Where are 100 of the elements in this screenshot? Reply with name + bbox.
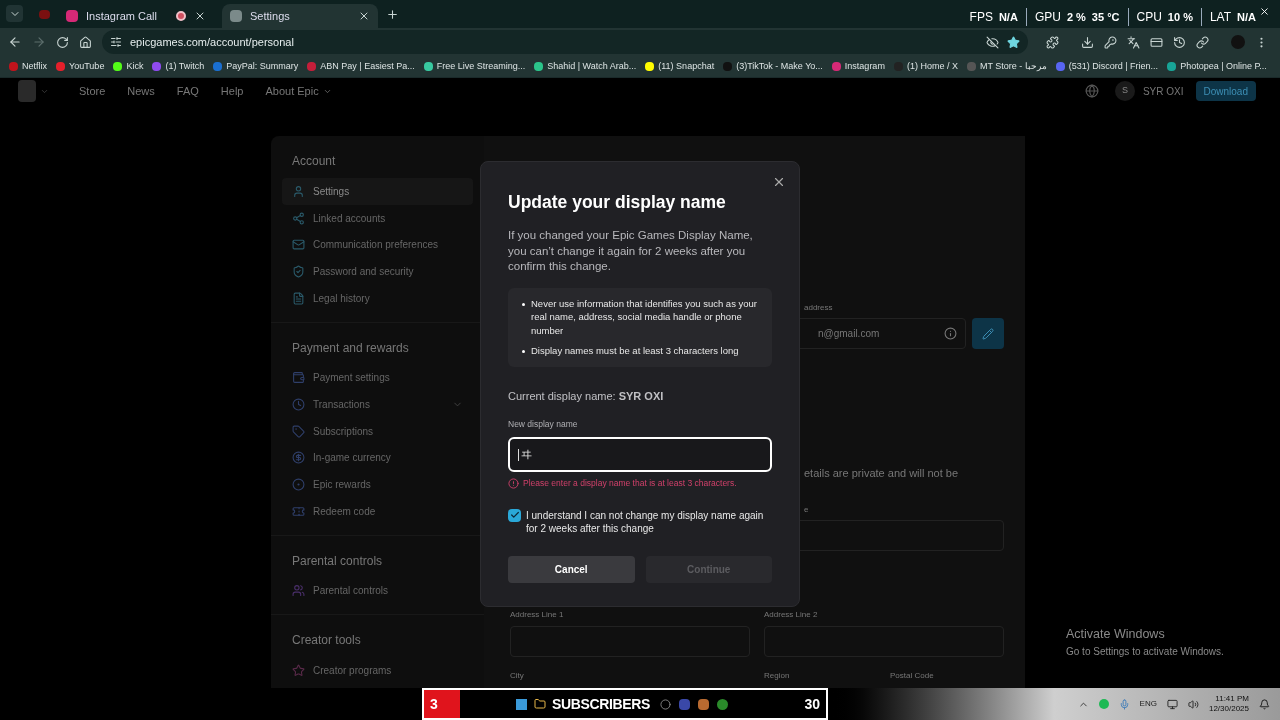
sidebar-item[interactable]: Subscriptions	[282, 417, 473, 445]
favicon-icon	[66, 10, 78, 22]
sidebar-item[interactable]: Linked accounts	[282, 204, 473, 232]
stat-value: 10 %	[1167, 10, 1193, 25]
bookmark[interactable]: Netflix	[9, 59, 47, 74]
language-indicator[interactable]: ENG	[1139, 698, 1157, 710]
bookmark[interactable]: (531) Discord | Frien...	[1055, 59, 1159, 74]
bookmark[interactable]: Free Live Streaming...	[423, 59, 526, 74]
browser-tab[interactable]: Instagram Call	[58, 4, 214, 28]
bookmark[interactable]: Photopea | Online P...	[1167, 59, 1267, 74]
sidebar-item[interactable]: In-game currency	[282, 444, 473, 472]
start-icon[interactable]	[516, 698, 527, 710]
clock[interactable]: 11:41 PM 12/30/2025	[1208, 694, 1249, 714]
edit-button[interactable]	[972, 318, 1004, 350]
stat-label: CPU	[1136, 9, 1162, 26]
translate-icon[interactable]	[1127, 35, 1140, 49]
sidebar-item[interactable]: Transactions	[282, 391, 473, 418]
network-icon[interactable]	[1166, 698, 1178, 710]
browser-tab[interactable]: Settings	[222, 4, 378, 28]
volume-icon[interactable]	[1187, 698, 1199, 710]
sidebar-icon	[292, 398, 305, 412]
name-input[interactable]: ヰ	[508, 437, 772, 472]
favicon-icon	[230, 10, 242, 22]
favicon-icon	[966, 62, 976, 71]
stat-value: 35 °C	[1091, 10, 1120, 25]
language-icon[interactable]	[1084, 84, 1099, 99]
nav-link[interactable]: About Epic	[265, 82, 332, 100]
favicon-icon	[9, 62, 18, 71]
favicon-icon	[423, 62, 433, 71]
close-tab-icon[interactable]	[194, 10, 206, 22]
back-icon[interactable]	[8, 35, 22, 49]
current-name: Current display name: SYR OXI	[508, 388, 665, 404]
bookmark[interactable]: Instagram	[831, 59, 885, 74]
stat-label: GPU	[1034, 9, 1061, 26]
home-icon[interactable]	[79, 35, 92, 49]
subscriber-label: SUBSCRIBERS	[552, 694, 651, 714]
card-icon[interactable]	[1150, 35, 1163, 49]
watermark-title: Activate Windows	[1066, 626, 1166, 643]
address-bar[interactable]: epicgames.com/account/personal	[102, 30, 1028, 54]
folder-icon[interactable]	[534, 698, 546, 710]
dialog-title: Update your display name	[508, 191, 727, 214]
link-icon[interactable]	[1196, 35, 1209, 49]
sidebar-icon	[292, 504, 305, 518]
bookmark[interactable]: ABN Pay | Easiest Pa...	[307, 59, 415, 74]
close-tab-icon[interactable]	[358, 10, 370, 22]
sidebar-icon	[292, 371, 305, 385]
key-icon[interactable]	[1104, 35, 1117, 49]
bookmark[interactable]: YouTube	[56, 59, 105, 74]
app-icon[interactable]	[660, 698, 672, 710]
app-icon[interactable]	[717, 698, 729, 710]
app-icon[interactable]	[679, 698, 691, 710]
sidebar-icon	[292, 424, 305, 438]
bookmark[interactable]: (3)TikTok - Make Yo...	[723, 59, 823, 74]
app-icon[interactable]	[698, 698, 710, 710]
user-avatar[interactable]: S	[1114, 81, 1135, 102]
user-name[interactable]: SYR OXI	[1142, 83, 1184, 99]
subscriber-goal: 30	[804, 694, 820, 714]
bookmark[interactable]: Kick	[113, 59, 144, 74]
favicon-icon	[723, 62, 733, 71]
bullet-icon	[522, 302, 525, 306]
bookmark[interactable]: PayPal: Summary	[213, 59, 299, 74]
nav-link[interactable]: FAQ	[176, 82, 199, 100]
download-button[interactable]: Download	[1195, 81, 1256, 102]
nav-link[interactable]: Store	[79, 82, 106, 100]
close-icon[interactable]	[772, 175, 786, 189]
bookmark[interactable]: (11) Snapchat	[645, 59, 715, 74]
stat-label: LAT	[1209, 9, 1232, 26]
bookmark[interactable]: Shahid | Watch Arab...	[534, 59, 637, 74]
bookmark[interactable]: (1) Twitch	[152, 59, 205, 74]
reload-icon[interactable]	[56, 35, 69, 49]
sidebar-item[interactable]: Password and security	[282, 258, 473, 285]
nav-link[interactable]: Help	[220, 82, 244, 100]
favicon-icon	[1055, 62, 1065, 71]
sidebar-item[interactable]: Legal history	[282, 284, 473, 312]
sidebar-item[interactable]: Settings	[282, 178, 473, 205]
bookmark[interactable]: MT Store - مرحبا	[966, 59, 1047, 74]
sidebar-item[interactable]: Parental controls	[282, 577, 473, 605]
nav-link[interactable]: News	[127, 82, 155, 100]
bookmark-star-icon[interactable]	[1007, 35, 1020, 49]
consent-checkbox[interactable]	[508, 508, 521, 522]
favicon-icon	[113, 62, 123, 71]
sidebar-item[interactable]: Creator programs	[282, 657, 473, 684]
field-label: Address Line 1	[510, 608, 565, 621]
new-tab-icon[interactable]	[386, 8, 399, 21]
close-window-icon[interactable]	[1259, 6, 1270, 17]
dialog-button[interactable]: Cancel	[508, 555, 635, 583]
favicon-icon	[152, 62, 162, 71]
sidebar-icon	[292, 584, 305, 598]
notification-icon[interactable]	[1259, 698, 1270, 710]
sidebar-item[interactable]: Redeem code	[282, 497, 473, 525]
bookmark[interactable]: (1) Home / X	[893, 59, 958, 74]
history-icon[interactable]	[1173, 35, 1186, 49]
download-icon[interactable]	[1081, 35, 1094, 49]
info-icon	[944, 327, 957, 341]
extensions-icon[interactable]	[1046, 35, 1059, 49]
section-title: Parental controls	[292, 552, 384, 570]
tab-list-button[interactable]	[6, 5, 23, 22]
pencil-icon	[982, 327, 994, 340]
site-info-icon[interactable]	[110, 36, 122, 48]
eye-off-icon[interactable]	[986, 35, 999, 49]
